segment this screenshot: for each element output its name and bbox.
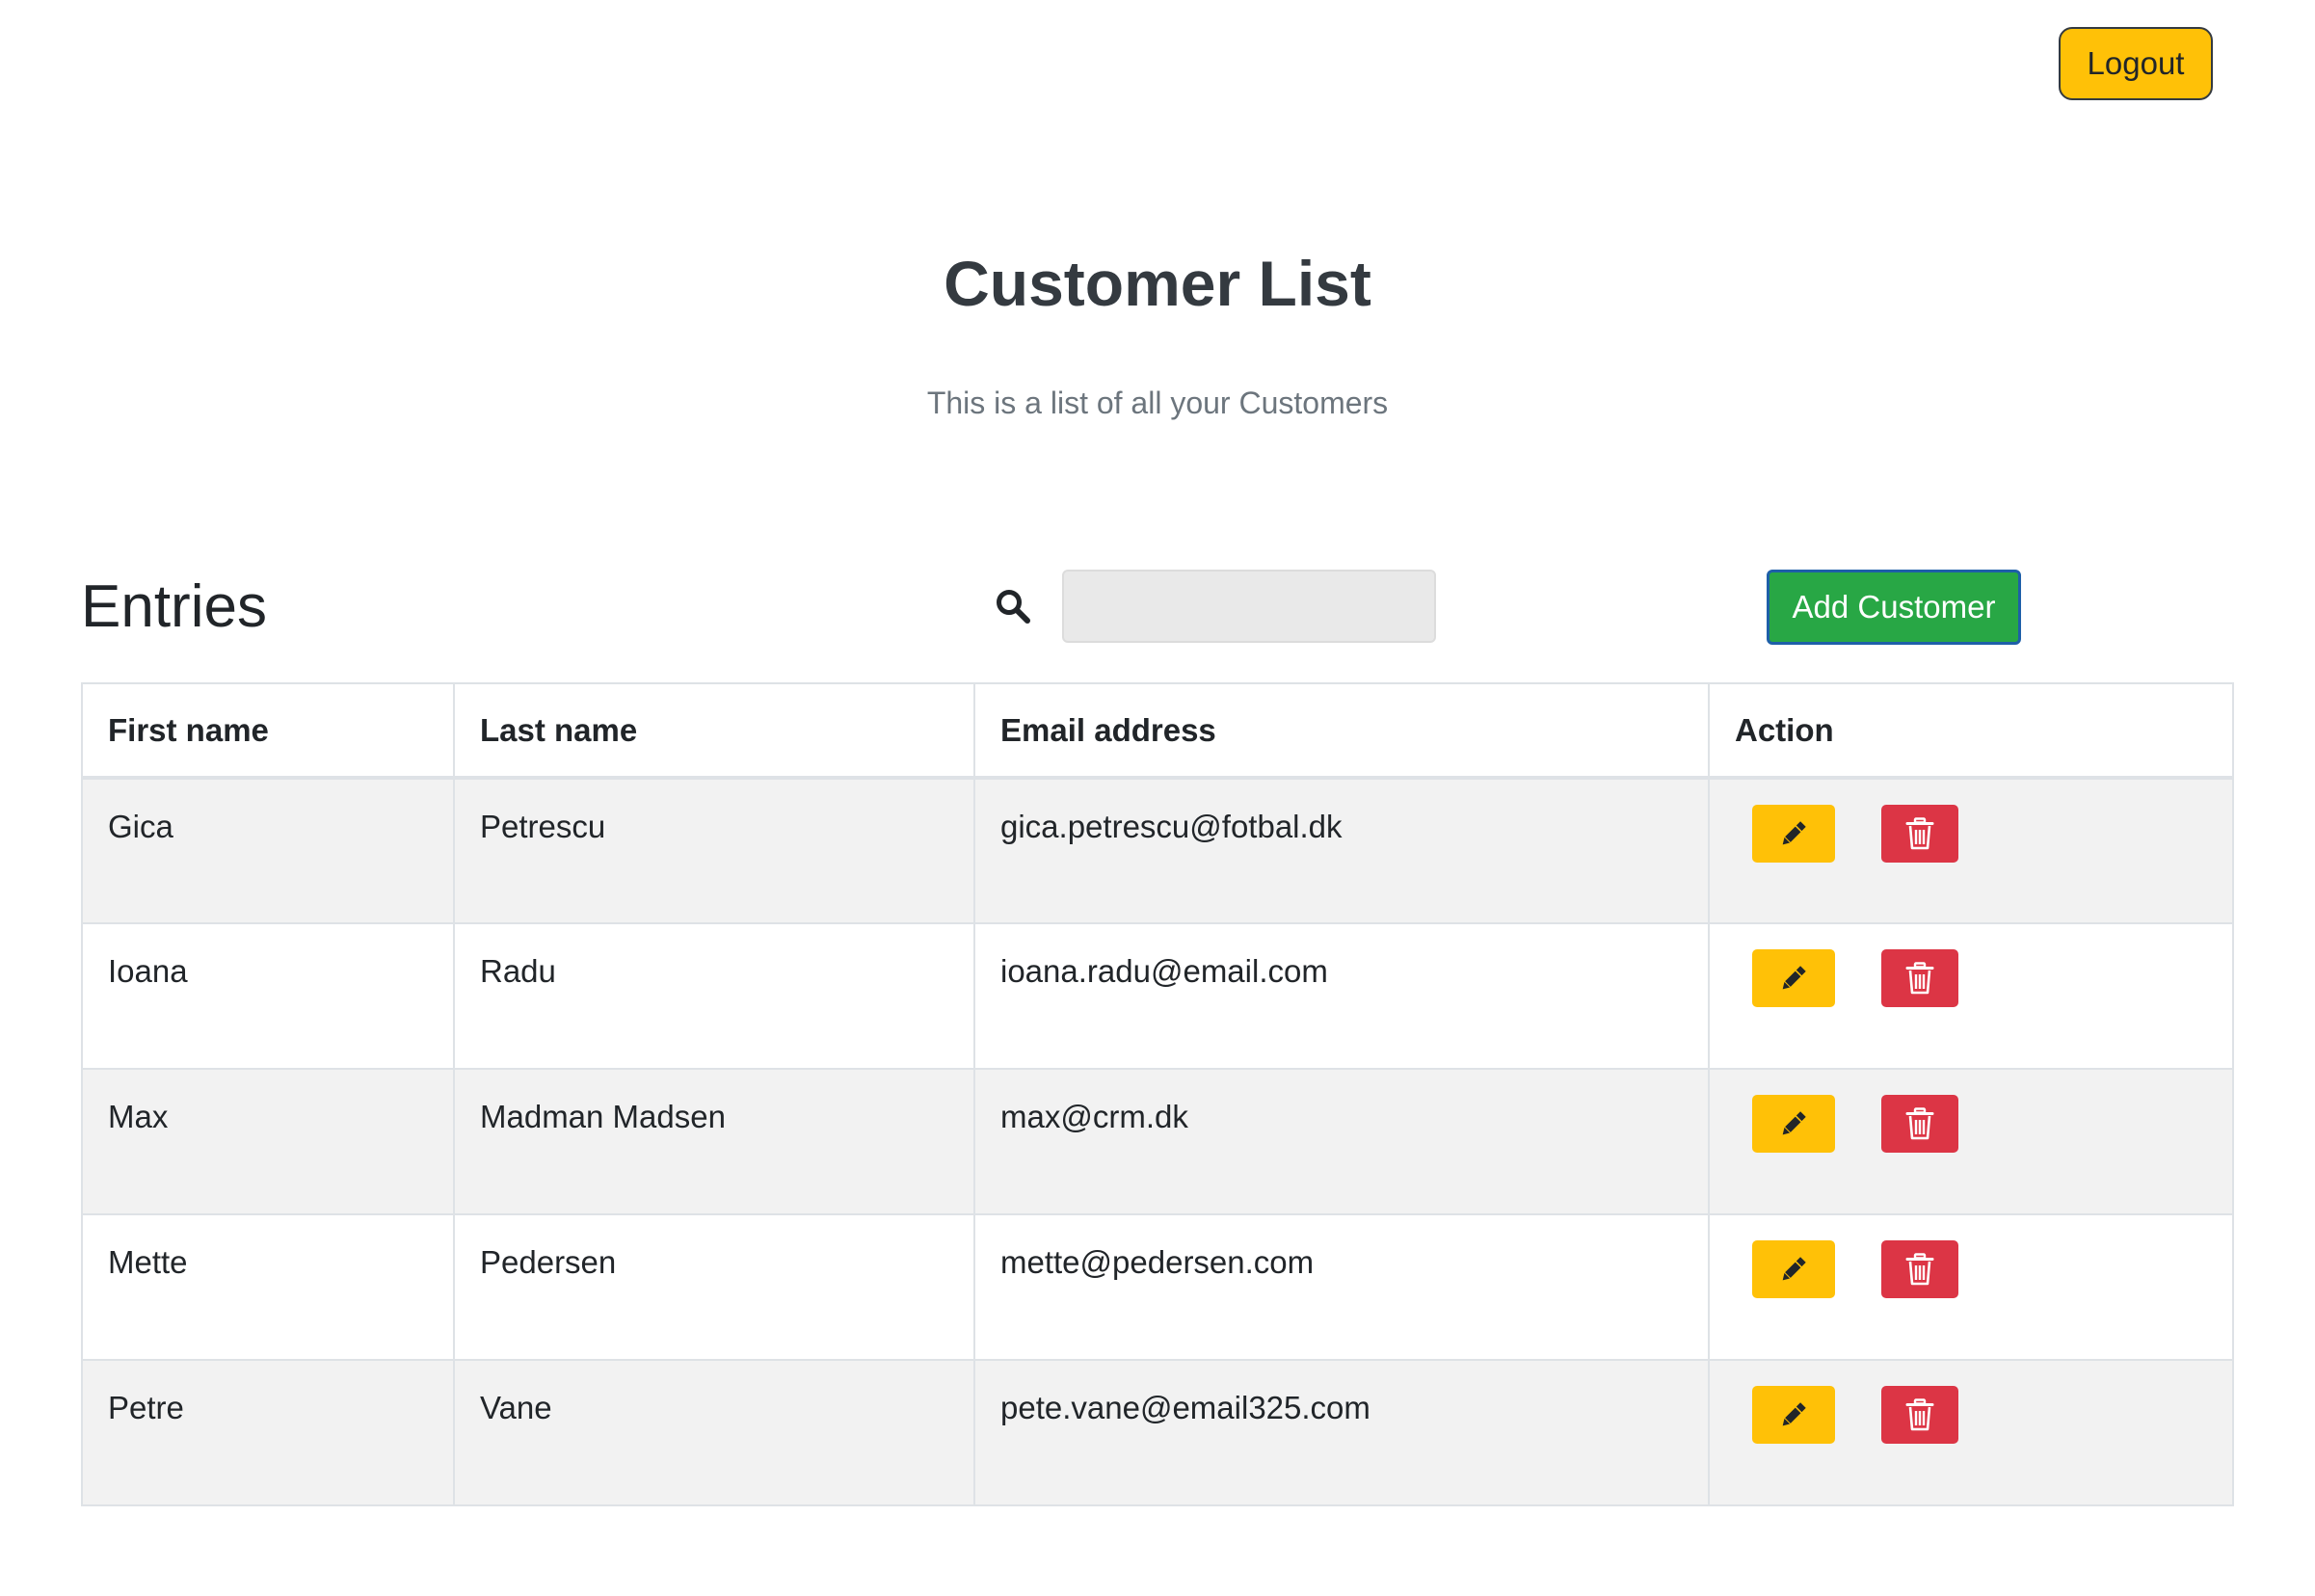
entries-heading: Entries [81,573,267,640]
search-input[interactable] [1062,570,1436,643]
cell-last-name: Pedersen [453,1213,975,1361]
trash-icon [1905,817,1934,850]
delete-button[interactable] [1881,949,1958,1007]
pencil-icon [1777,1107,1810,1140]
trash-icon [1905,1398,1934,1431]
cell-last-name: Vane [453,1359,975,1506]
add-customer-button[interactable]: Add Customer [1767,570,2021,645]
cell-last-name: Madman Madsen [453,1068,975,1215]
table-row: Petre Vane pete.vane@email325.com [81,1359,2234,1506]
table-row: Ioana Radu ioana.radu@email.com [81,922,2234,1070]
cell-action [1708,777,2234,924]
trash-icon [1905,1253,1934,1286]
trash-icon [1905,1107,1934,1140]
edit-button[interactable] [1752,1386,1835,1444]
search-icon [995,588,1033,626]
column-header-last-name: Last name [453,682,975,780]
edit-button[interactable] [1752,1095,1835,1153]
delete-button[interactable] [1881,1386,1958,1444]
customer-list-page: Logout Customer List This is a list of a… [0,0,2315,1596]
pencil-icon [1777,1398,1810,1431]
delete-button[interactable] [1881,1095,1958,1153]
cell-action [1708,1359,2234,1506]
edit-button[interactable] [1752,949,1835,1007]
pencil-icon [1777,962,1810,995]
column-header-first-name: First name [81,682,455,780]
cell-email: gica.petrescu@fotbal.dk [973,777,1710,924]
page-subtitle: This is a list of all your Customers [926,386,1389,420]
cell-first-name: Petre [81,1359,455,1506]
table-header-row: First name Last name Email address Actio… [81,682,2234,780]
cell-action [1708,922,2234,1070]
cell-email: pete.vane@email325.com [973,1359,1710,1506]
pencil-icon [1777,1253,1810,1286]
column-header-email: Email address [973,682,1710,780]
cell-first-name: Max [81,1068,455,1215]
edit-button[interactable] [1752,1240,1835,1298]
cell-first-name: Gica [81,777,455,924]
table-row: Gica Petrescu gica.petrescu@fotbal.dk [81,777,2234,924]
cell-email: ioana.radu@email.com [973,922,1710,1070]
logout-button[interactable]: Logout [2059,27,2213,100]
cell-action [1708,1213,2234,1361]
cell-email: max@crm.dk [973,1068,1710,1215]
cell-last-name: Radu [453,922,975,1070]
cell-email: mette@pedersen.com [973,1213,1710,1361]
cell-first-name: Ioana [81,922,455,1070]
delete-button[interactable] [1881,1240,1958,1298]
pencil-icon [1777,817,1810,850]
table-row: Max Madman Madsen max@crm.dk [81,1068,2234,1215]
cell-last-name: Petrescu [453,777,975,924]
delete-button[interactable] [1881,805,1958,863]
cell-first-name: Mette [81,1213,455,1361]
edit-button[interactable] [1752,805,1835,863]
customer-table: First name Last name Email address Actio… [81,682,2234,1506]
page-title: Customer List [944,248,1371,319]
cell-action [1708,1068,2234,1215]
trash-icon [1905,962,1934,995]
column-header-action: Action [1708,682,2234,780]
table-row: Mette Pedersen mette@pedersen.com [81,1213,2234,1361]
